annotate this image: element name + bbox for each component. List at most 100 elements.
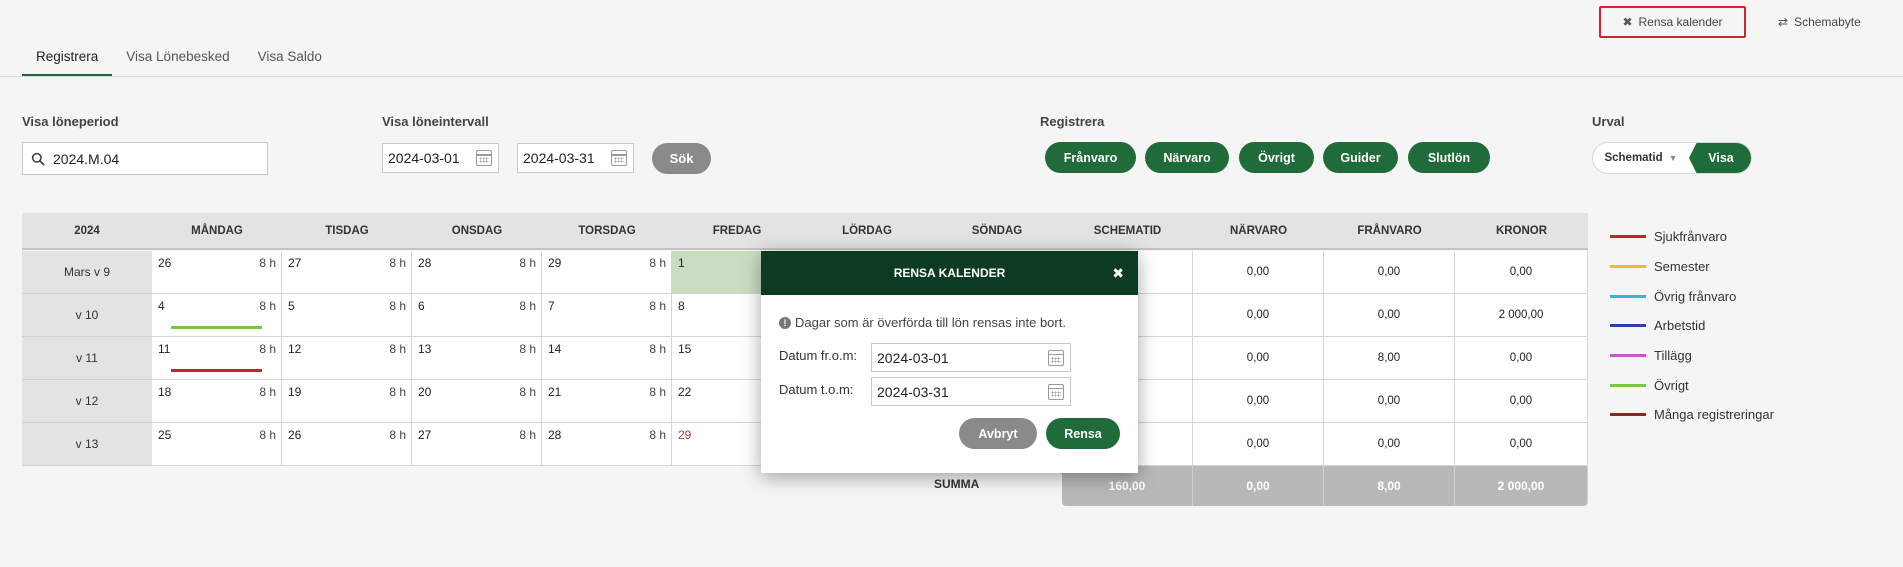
legend-swatch xyxy=(1610,324,1646,328)
calendar-icon[interactable] xyxy=(1048,383,1064,400)
day-cell[interactable]: 14 8 h xyxy=(542,337,672,380)
day-cell[interactable]: 27 8 h xyxy=(282,251,412,294)
close-icon[interactable]: ✖ xyxy=(1112,265,1124,282)
day-number: 29 xyxy=(548,256,562,270)
tab-visa-saldo[interactable]: Visa Saldo xyxy=(244,44,336,76)
schemabyte-button[interactable]: ⇄ Schemabyte xyxy=(1760,6,1900,38)
franvaro-cell: 0,00 xyxy=(1324,294,1455,337)
sjukfranvaro-bar xyxy=(171,369,262,372)
summa-kronor: 2 000,00 xyxy=(1455,466,1588,506)
urval-select[interactable]: Schematid ▼ xyxy=(1593,143,1689,173)
date-to-input[interactable]: 2024-03-31 xyxy=(517,143,634,173)
sum-header: NÄRVARO xyxy=(1193,213,1324,250)
day-cell[interactable]: 13 8 h xyxy=(412,337,542,380)
franvaro-button[interactable]: Frånvaro xyxy=(1045,142,1136,173)
day-number: 26 xyxy=(288,428,302,442)
day-cell[interactable]: 26 8 h xyxy=(152,251,282,294)
day-number: 13 xyxy=(418,342,432,356)
kronor-cell: 0,00 xyxy=(1455,380,1588,423)
narvaro-button[interactable]: Närvaro xyxy=(1145,142,1229,173)
day-header: TORSDAG xyxy=(542,213,672,250)
rensa-button[interactable]: Rensa xyxy=(1046,418,1120,449)
legend-label: Arbetstid xyxy=(1654,318,1706,334)
shuffle-icon: ⇄ xyxy=(1778,15,1789,29)
kronor-cell: 0,00 xyxy=(1455,251,1588,294)
urval-label: Urval xyxy=(1592,114,1625,129)
day-cell[interactable]: 20 8 h xyxy=(412,380,542,423)
day-cell[interactable]: 7 8 h xyxy=(542,294,672,337)
guider-button[interactable]: Guider xyxy=(1323,142,1398,173)
tab-registrera[interactable]: Registrera xyxy=(22,44,113,76)
legend-label: Tillägg xyxy=(1654,348,1692,364)
day-number: 20 xyxy=(418,385,432,399)
day-cell[interactable]: 27 8 h xyxy=(412,423,542,466)
day-hours: 8 h xyxy=(519,385,536,399)
tab-visa-lonebesked[interactable]: Visa Lönebesked xyxy=(112,44,243,76)
narvaro-cell: 0,00 xyxy=(1193,337,1324,380)
modal-info: ! Dagar som är överförda till lön rensas… xyxy=(779,315,1066,330)
modal-from-input[interactable]: 2024-03-01 xyxy=(871,343,1071,372)
interval-label: Visa löneintervall xyxy=(382,114,489,129)
day-cell[interactable]: 28 8 h xyxy=(412,251,542,294)
day-cell[interactable]: 11 8 h xyxy=(152,337,282,380)
day-header: FREDAG xyxy=(672,213,802,250)
day-cell[interactable]: 25 8 h xyxy=(152,423,282,466)
narvaro-cell: 0,00 xyxy=(1193,380,1324,423)
day-hours: 8 h xyxy=(649,256,666,270)
search-button[interactable]: Sök xyxy=(652,143,711,174)
kronor-cell: 0,00 xyxy=(1455,423,1588,466)
day-cell[interactable]: 19 8 h xyxy=(282,380,412,423)
calendar-icon[interactable] xyxy=(611,150,627,166)
day-hours: 8 h xyxy=(519,428,536,442)
modal-to-input[interactable]: 2024-03-31 xyxy=(871,377,1071,406)
modal-from-label: Datum fr.o.m: xyxy=(779,348,858,363)
cancel-button[interactable]: Avbryt xyxy=(959,418,1037,449)
day-cell[interactable]: 12 8 h xyxy=(282,337,412,380)
day-cell[interactable]: 5 8 h xyxy=(282,294,412,337)
day-cell[interactable]: 4 8 h xyxy=(152,294,282,337)
franvaro-cell: 8,00 xyxy=(1324,337,1455,380)
ovrigt-button[interactable]: Övrigt xyxy=(1239,142,1314,173)
day-header: TISDAG xyxy=(282,213,412,250)
day-cell[interactable]: 26 8 h xyxy=(282,423,412,466)
period-input[interactable]: 2024.M.04 xyxy=(22,142,268,175)
calendar-icon[interactable] xyxy=(1048,349,1064,366)
rensa-kalender-label: Rensa kalender xyxy=(1638,15,1723,29)
week-label: Mars v 9 xyxy=(22,251,152,294)
legend-swatch xyxy=(1610,235,1646,239)
day-number: 6 xyxy=(418,299,425,313)
date-from-input[interactable]: 2024-03-01 xyxy=(382,143,499,173)
day-cell[interactable]: 29 8 h xyxy=(542,251,672,294)
register-label: Registrera xyxy=(1040,114,1105,129)
modal-title: RENSA KALENDER xyxy=(893,266,1006,280)
day-cell[interactable]: 21 8 h xyxy=(542,380,672,423)
day-cell[interactable]: 28 8 h xyxy=(542,423,672,466)
day-hours: 8 h xyxy=(259,385,276,399)
legend-item: Övrigt xyxy=(1610,370,1774,400)
legend-swatch xyxy=(1610,265,1646,269)
day-number: 15 xyxy=(678,342,692,356)
week-label: v 11 xyxy=(22,337,152,380)
urval-control: Schematid ▼ Visa xyxy=(1592,142,1752,174)
visa-button[interactable]: Visa xyxy=(1689,143,1751,173)
day-cell[interactable]: 18 8 h xyxy=(152,380,282,423)
modal-to-value: 2024-03-31 xyxy=(877,383,949,400)
slutlon-button[interactable]: Slutlön xyxy=(1408,142,1490,173)
legend-label: Övrigt xyxy=(1654,377,1689,393)
day-hours: 8 h xyxy=(259,428,276,442)
day-number: 28 xyxy=(418,256,432,270)
legend-swatch xyxy=(1610,354,1646,358)
day-hours: 8 h xyxy=(649,342,666,356)
calendar-icon[interactable] xyxy=(476,150,492,166)
day-hours: 8 h xyxy=(389,428,406,442)
day-header: ONSDAG xyxy=(412,213,542,250)
legend-label: Semester xyxy=(1654,259,1710,275)
day-number: 25 xyxy=(158,428,172,442)
day-number: 11 xyxy=(158,342,171,356)
rensa-kalender-button[interactable]: ✖ Rensa kalender xyxy=(1599,6,1746,38)
day-number: 19 xyxy=(288,385,302,399)
top-bar: ✖ Rensa kalender ⇄ Schemabyte xyxy=(0,0,1903,38)
day-number: 27 xyxy=(288,256,302,270)
day-cell[interactable]: 6 8 h xyxy=(412,294,542,337)
sum-header: FRÅNVARO xyxy=(1324,213,1455,250)
